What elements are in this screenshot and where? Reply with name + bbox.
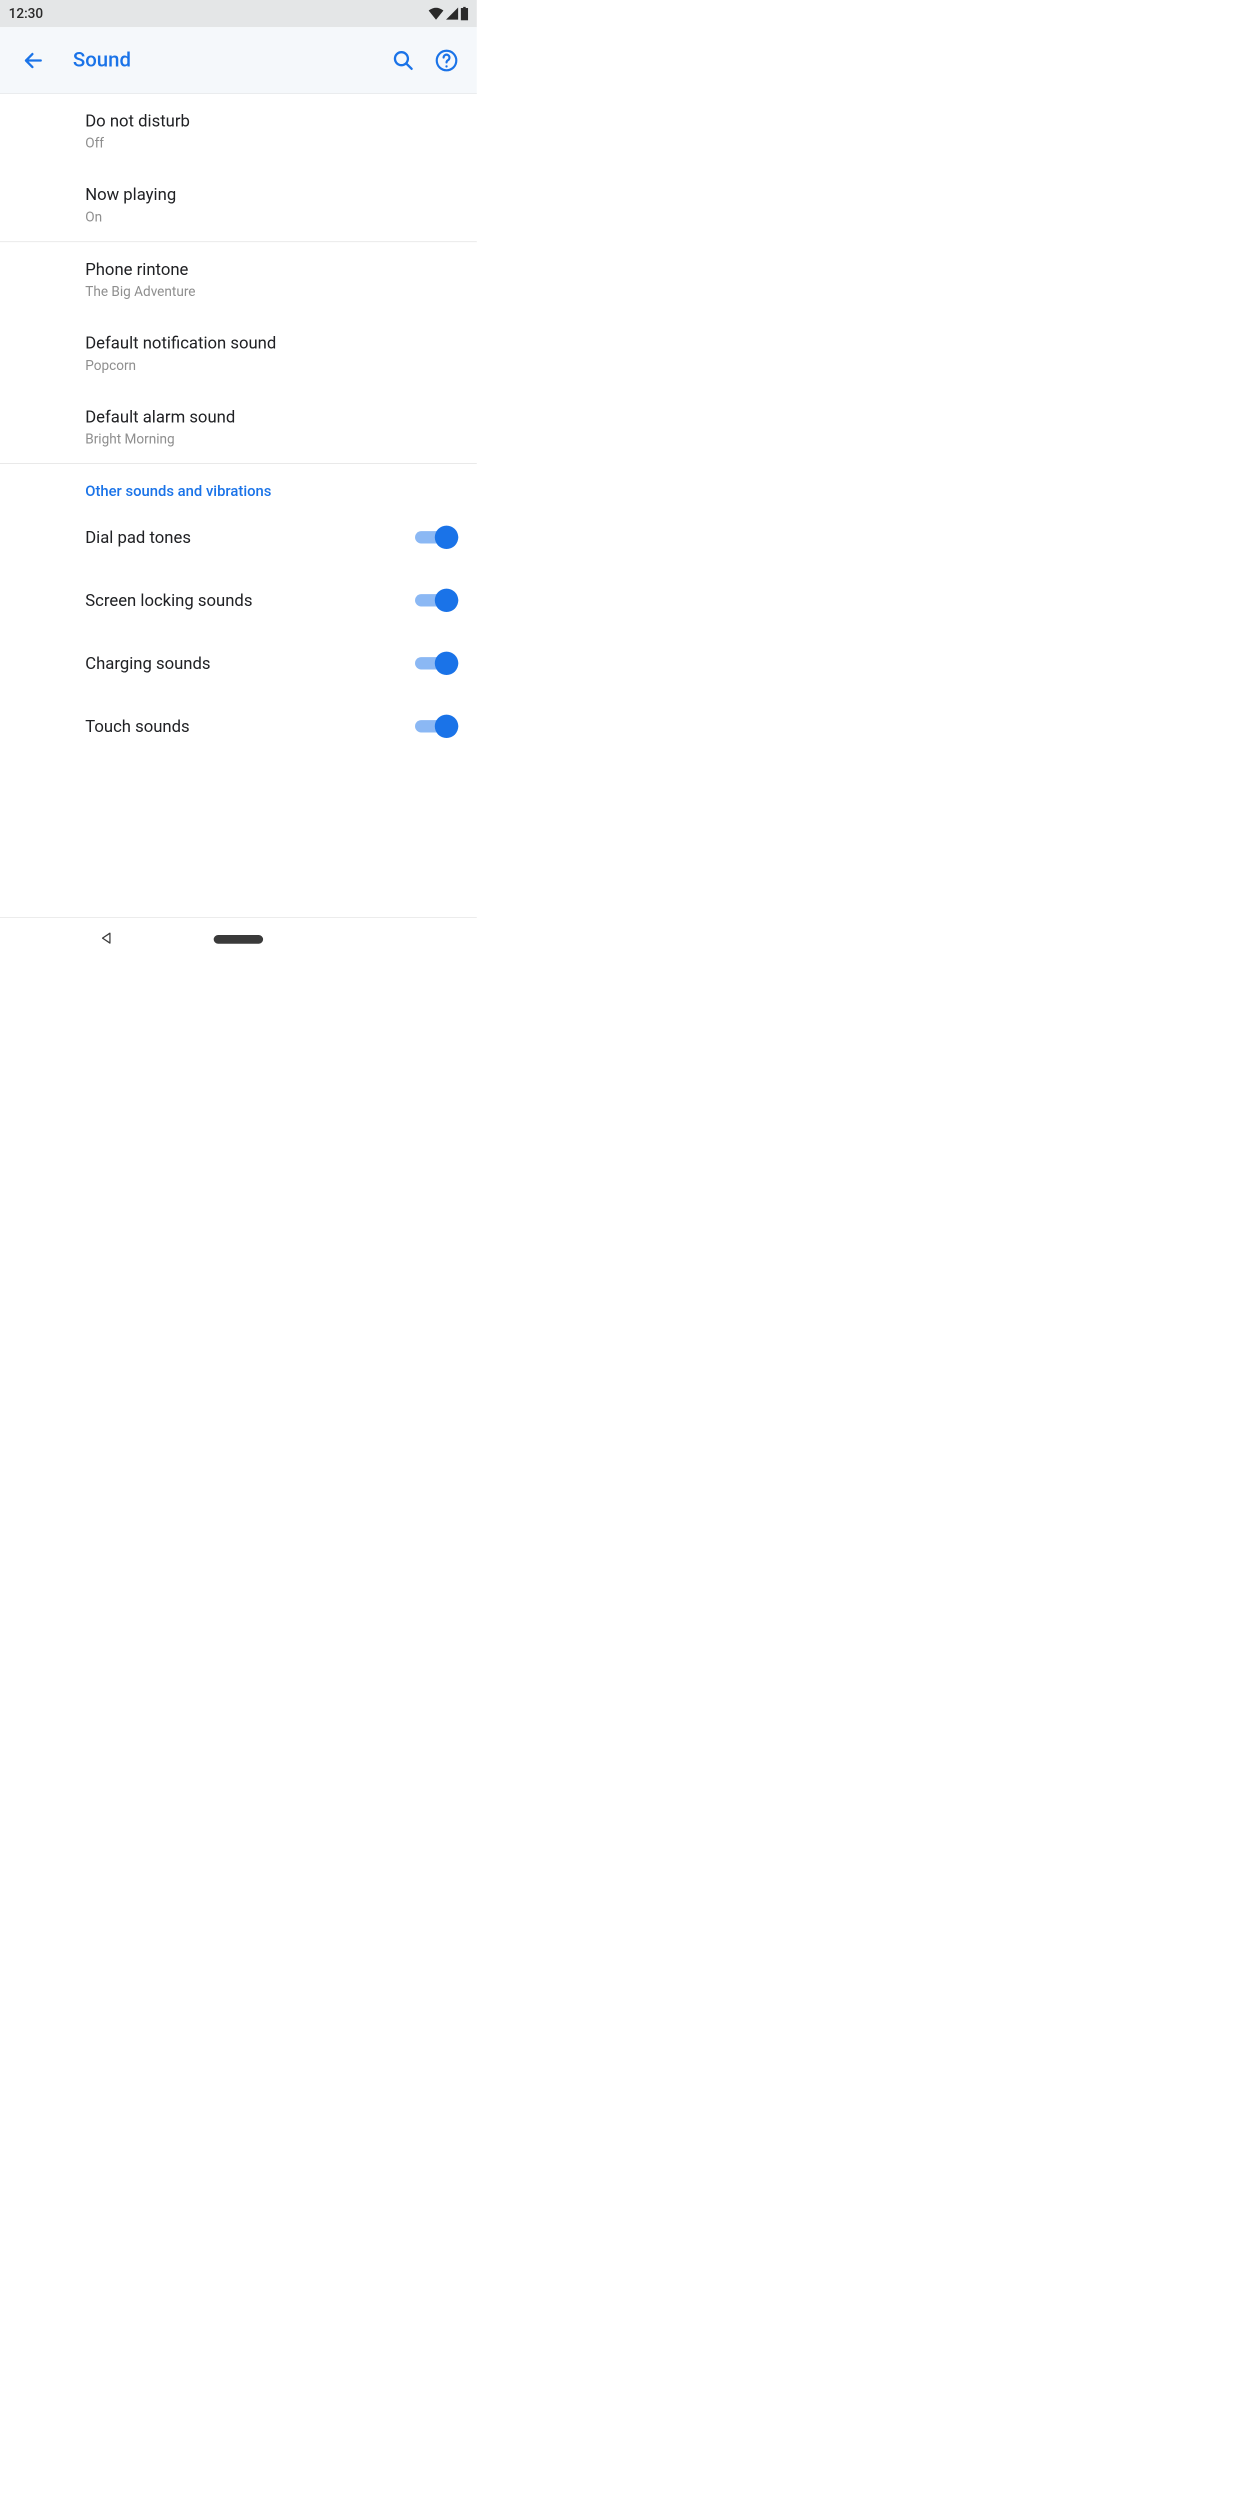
item-dial-pad-tones[interactable]: Dial pad tones [0, 506, 477, 569]
nav-back-icon [99, 930, 114, 945]
cell-signal-icon [446, 7, 458, 19]
navigation-bar [0, 917, 477, 960]
item-notification-sound[interactable]: Default notification sound Popcorn [0, 316, 477, 390]
switch-charging-sounds[interactable] [415, 652, 458, 675]
wifi-icon [429, 7, 444, 19]
help-icon [435, 48, 458, 71]
page-title: Sound [73, 48, 382, 72]
item-charging-sounds[interactable]: Charging sounds [0, 632, 477, 695]
switch-dial-pad-tones[interactable] [415, 526, 458, 549]
nav-back-button[interactable] [99, 930, 114, 947]
status-time: 12:30 [9, 6, 43, 21]
status-bar: 12:30 [0, 0, 477, 27]
item-sub: Bright Morning [85, 432, 477, 447]
item-sub: On [85, 210, 477, 225]
item-title: Default notification sound [85, 332, 477, 355]
content: Do not disturb Off Now playing On Phone … [0, 94, 477, 758]
item-sub: Off [85, 136, 477, 151]
item-do-not-disturb[interactable]: Do not disturb Off [0, 94, 477, 168]
item-title: Do not disturb [85, 110, 477, 133]
item-sub: The Big Adventure [85, 284, 477, 299]
toggle-label: Charging sounds [85, 654, 210, 674]
item-now-playing[interactable]: Now playing On [0, 168, 477, 242]
status-indicators [429, 7, 469, 21]
item-title: Default alarm sound [85, 406, 477, 429]
help-button[interactable] [425, 42, 468, 79]
section-general: Do not disturb Off Now playing On [0, 94, 477, 242]
app-bar: Sound [0, 27, 477, 94]
item-title: Now playing [85, 184, 477, 207]
item-screen-locking-sounds[interactable]: Screen locking sounds [0, 569, 477, 632]
section-other-sounds: Other sounds and vibrations Dial pad ton… [0, 464, 477, 758]
switch-touch-sounds[interactable] [415, 715, 458, 738]
item-sub: Popcorn [85, 358, 477, 373]
section-header: Other sounds and vibrations [0, 464, 477, 506]
toggle-label: Touch sounds [85, 717, 189, 737]
switch-screen-locking-sounds[interactable] [415, 589, 458, 612]
item-touch-sounds[interactable]: Touch sounds [0, 695, 477, 758]
section-ringtones: Phone rintone The Big Adventure Default … [0, 242, 477, 464]
toggle-label: Screen locking sounds [85, 591, 252, 611]
item-phone-ringtone[interactable]: Phone rintone The Big Adventure [0, 242, 477, 316]
search-button[interactable] [382, 42, 425, 79]
item-alarm-sound[interactable]: Default alarm sound Bright Morning [0, 390, 477, 464]
search-icon [392, 49, 414, 71]
nav-home-pill[interactable] [214, 935, 263, 944]
item-title: Phone rintone [85, 258, 477, 281]
arrow-left-icon [22, 49, 44, 71]
battery-icon [461, 7, 468, 21]
back-button[interactable] [9, 49, 58, 71]
toggle-label: Dial pad tones [85, 528, 191, 548]
